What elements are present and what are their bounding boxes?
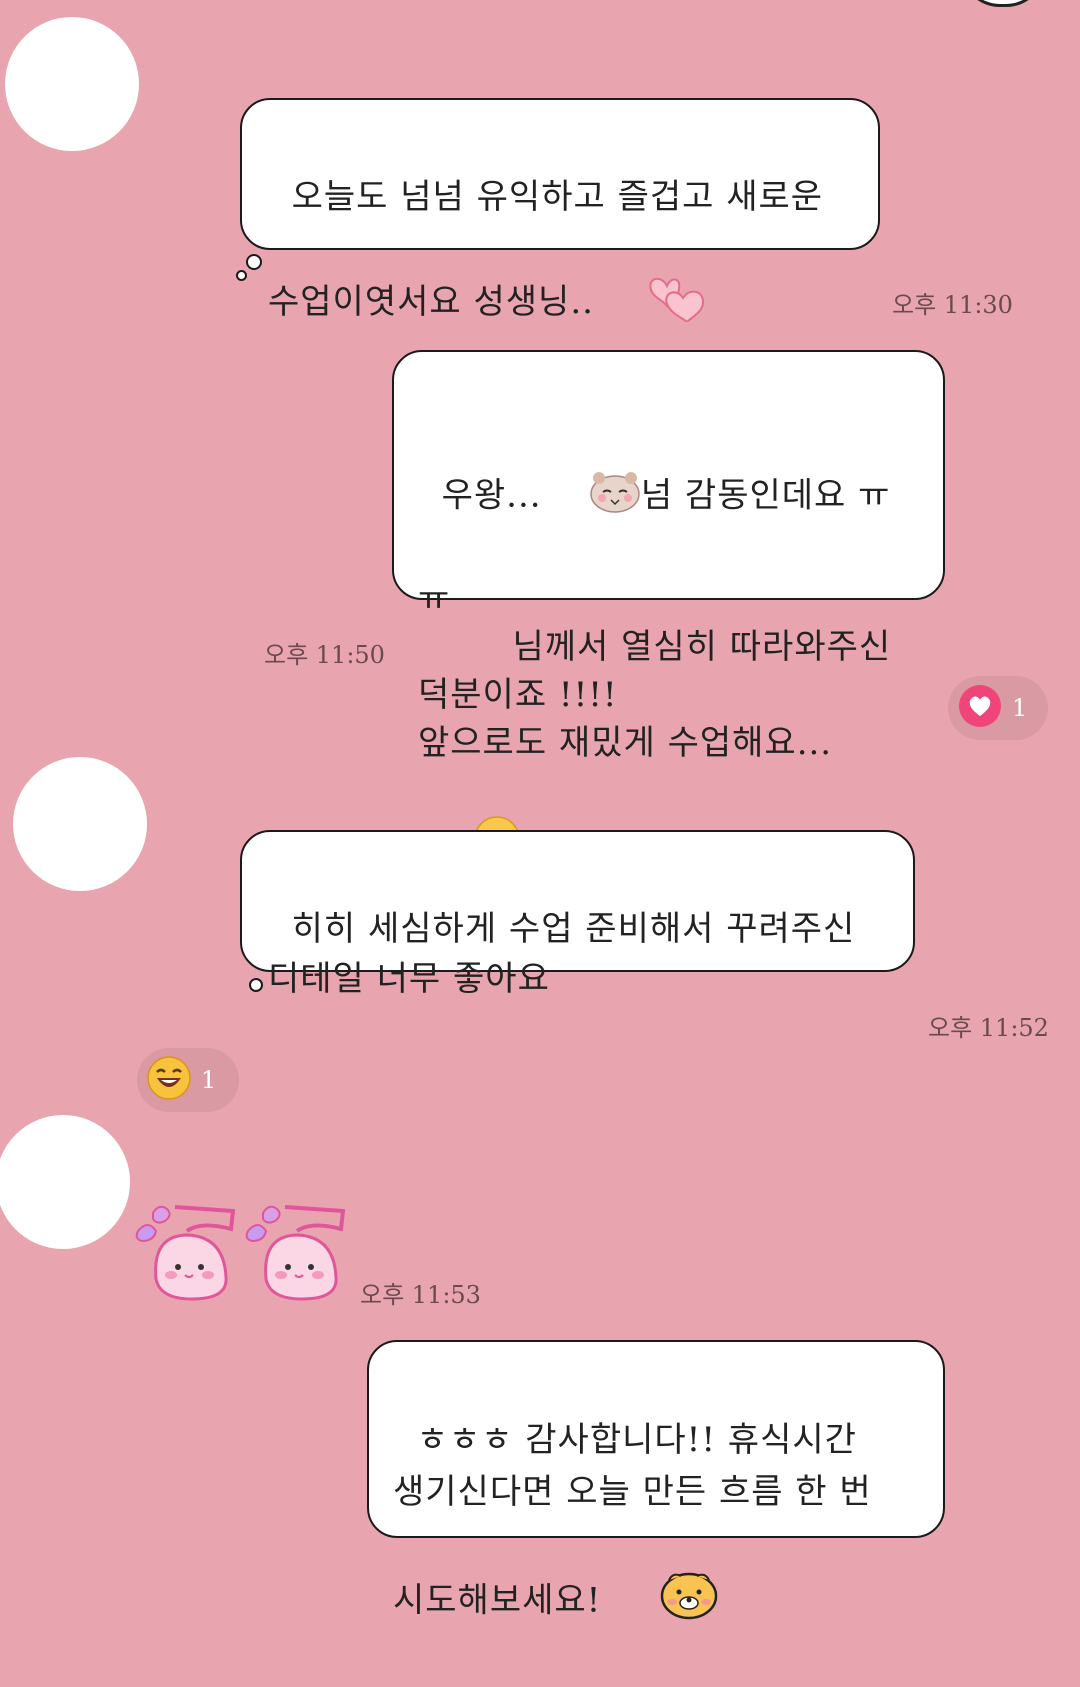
reaction-count: 1 [1012, 694, 1028, 722]
avatar[interactable] [13, 757, 147, 891]
reaction-badge[interactable]: 1 [137, 1048, 239, 1112]
bubble-tail [236, 270, 247, 281]
reaction-count: 1 [201, 1066, 217, 1094]
message-timestamp: 오후 11:30 [892, 291, 1013, 319]
bubble-tail [246, 254, 262, 270]
avatar[interactable] [5, 17, 139, 151]
bubble-tail [249, 978, 263, 992]
message-bubble[interactable]: 우왕... 넘 감동인데요 ㅠㅠ 님께서 열심히 따라와주신 덕분이죠 !!!!… [392, 350, 945, 862]
message-timestamp: 오후 11:50 [264, 641, 385, 669]
message-text: 님께서 열심히 따라와주신 덕분이죠 !!!! 앞으로도 재밌게 수업해요... [418, 627, 892, 763]
message-text: 히히 세심하게 수업 준비해서 꾸려주신 디테일 너무 좋아요 [268, 909, 856, 999]
message-bubble[interactable]: ㅎㅎㅎ 감사합니다!! 휴식시간 생기신다면 오늘 만든 흐름 한 번 시도해보… [367, 1340, 945, 1621]
reaction-badge[interactable]: 1 [948, 676, 1048, 740]
message-timestamp: 오후 11:53 [360, 1281, 481, 1309]
heart-icon [958, 684, 1002, 732]
music-note-sticker[interactable] [133, 1195, 353, 1309]
lion-emoji-icon [611, 1518, 718, 1687]
avatar[interactable] [960, 0, 1046, 7]
message-bubble[interactable]: 오늘도 넘넘 유익하고 즐겁고 새로운 수업이엿서요 성생닝.. [240, 98, 880, 324]
hamster-emoji-icon [542, 420, 641, 575]
message-text: 우왕... [441, 475, 542, 516]
message-bubble[interactable]: 히히 세심하게 수업 준비해서 꾸려주신 디테일 너무 좋아요 [240, 830, 915, 999]
message-text: 오늘도 넘넘 유익하고 즐겁고 새로운 수업이엿서요 성생닝.. [268, 177, 824, 322]
avatar[interactable] [0, 1115, 130, 1249]
laughing-emoji-icon [147, 1056, 191, 1104]
message-timestamp: 오후 11:52 [928, 1014, 1049, 1042]
